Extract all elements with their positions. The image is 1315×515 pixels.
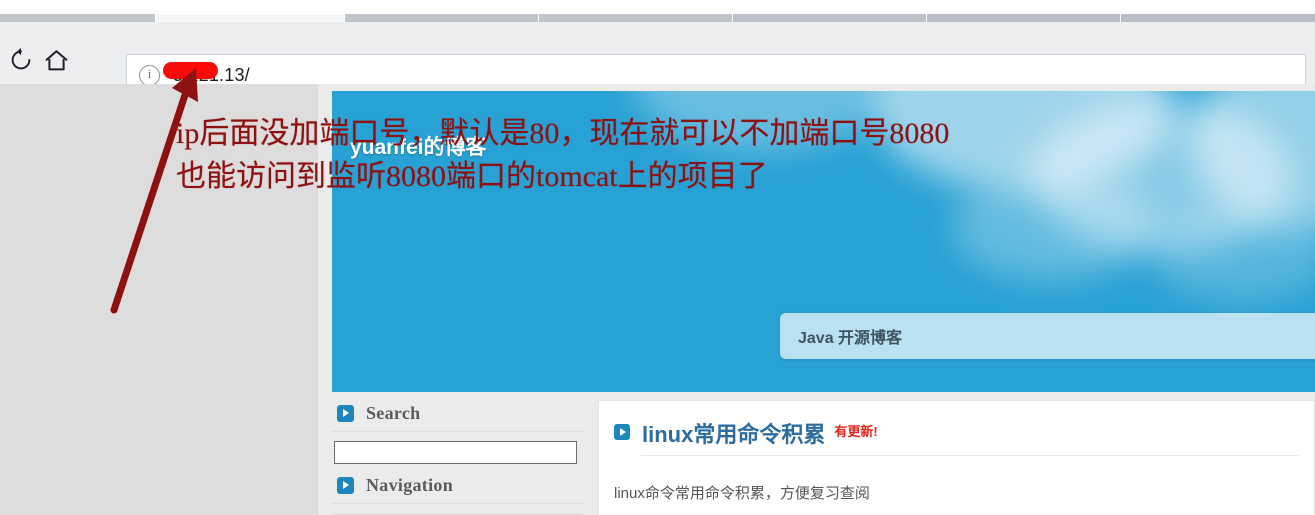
banner-highlight-box[interactable]: Java 开源博客 — [780, 313, 1315, 359]
browser-tab-3[interactable] — [345, 14, 539, 22]
cloud-shape — [1152, 211, 1315, 301]
article-description: linux命令常用命令积累，方便复习查阅 — [614, 485, 870, 502]
annotation-line-2: 也能访问到监听8080端口的tomcat上的项目了 — [176, 160, 768, 193]
browser-tab-5[interactable] — [733, 14, 927, 22]
reload-icon — [11, 47, 31, 70]
browser-toolbar: i 5.221.13/ — [0, 22, 1315, 97]
home-button[interactable] — [39, 43, 73, 77]
browser-tab-strip — [0, 0, 1315, 22]
annotation-text: ip后面没加端口号，默认是80，现在就可以不加端口号8080 也能访问到监听80… — [176, 112, 949, 198]
play-icon — [337, 405, 354, 422]
article-update-badge: 有更新! — [834, 424, 878, 439]
browser-tab-4[interactable] — [539, 14, 733, 22]
sidebar-widget-navigation-header[interactable]: Navigation — [332, 472, 584, 504]
sidebar-widget-title: Search — [366, 403, 421, 423]
sidebar-widget-search-header[interactable]: Search — [332, 400, 584, 432]
sidebar: Search Navigation — [332, 400, 584, 515]
browser-tab-6[interactable] — [927, 14, 1121, 22]
cloud-shape — [952, 171, 1152, 281]
annotation-line-1: ip后面没加端口号，默认是80，现在就可以不加端口号8080 — [176, 117, 950, 150]
sidebar-widget-title: Navigation — [366, 475, 454, 495]
article-title-link[interactable]: linux常用命令积累 — [642, 417, 825, 449]
banner-box-label: Java 开源博客 — [798, 330, 903, 347]
browser-tab-1[interactable] — [0, 14, 156, 22]
site-info-icon[interactable]: i — [139, 65, 160, 86]
article-divider — [641, 455, 1299, 456]
browser-tab-7[interactable] — [1121, 14, 1315, 22]
play-icon — [337, 477, 354, 494]
reload-button[interactable] — [4, 43, 38, 77]
play-icon — [614, 424, 630, 440]
home-icon — [45, 49, 67, 70]
article-card: linux常用命令积累 有更新! linux命令常用命令积累，方便复习查阅 — [598, 400, 1315, 515]
search-input[interactable] — [334, 441, 577, 464]
article-header: linux常用命令积累 有更新! — [599, 401, 1314, 449]
browser-tab-active[interactable] — [156, 14, 344, 22]
url-redaction-mark — [163, 62, 218, 79]
